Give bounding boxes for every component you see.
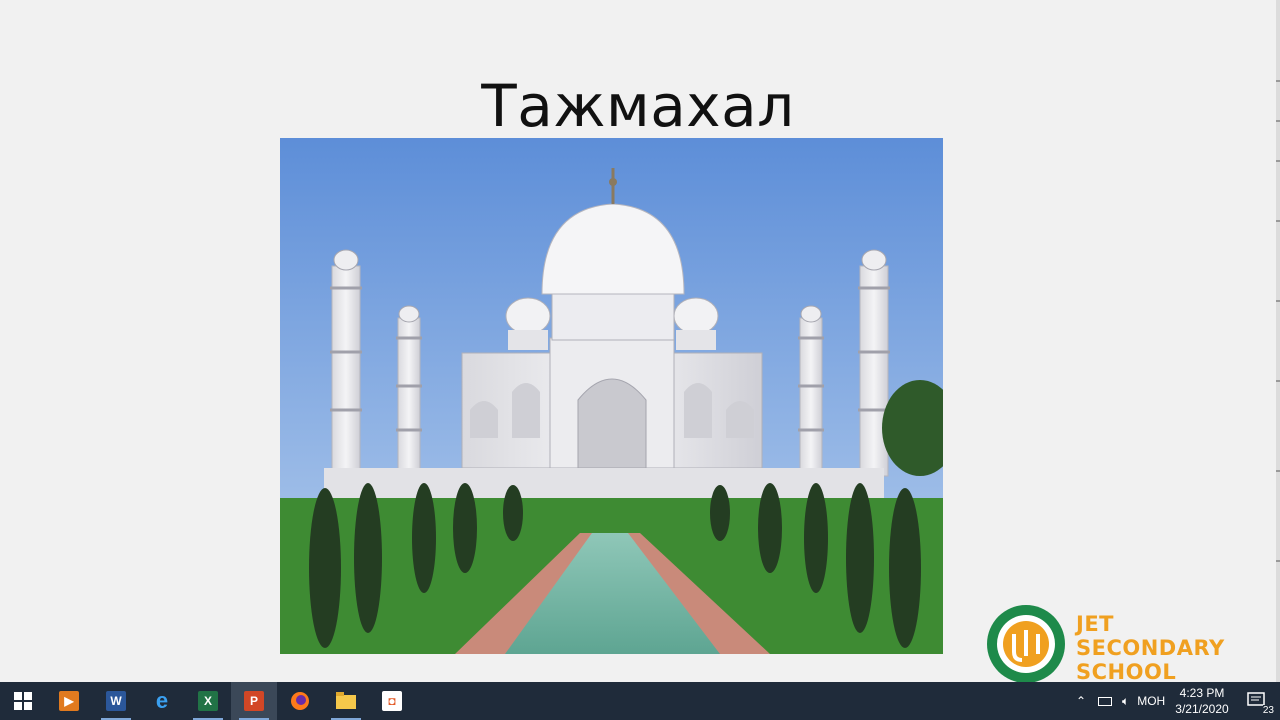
school-seal-icon [987, 605, 1065, 683]
clock-time: 4:23 PM [1179, 686, 1225, 700]
logo-line-jet: JET [1076, 612, 1114, 636]
office-icon: ◘ [382, 691, 402, 711]
taj-mahal-photo [280, 138, 943, 654]
logo-line-school: SCHOOL [1076, 660, 1177, 684]
notification-count-badge: 23 [1262, 705, 1274, 716]
word-icon: W [106, 691, 126, 711]
folder-icon [336, 692, 356, 709]
slide-title: Тажмахал [481, 72, 795, 140]
chevron-up-icon[interactable]: ⌃ [1072, 694, 1090, 708]
taskbar: ▶ W e X P ◘ ⌃ 🔈︎ MOH 4:23 PM 3/21/2020 2… [0, 682, 1280, 720]
office-button[interactable]: ◘ [369, 682, 415, 720]
windows-start-button[interactable] [0, 682, 46, 720]
file-explorer-button[interactable] [323, 682, 369, 720]
powerpoint-icon: P [244, 691, 264, 711]
language-indicator[interactable]: MOH [1137, 694, 1165, 708]
firefox-icon [291, 692, 309, 710]
battery-icon[interactable] [1098, 696, 1112, 706]
volume-icon[interactable]: 🔈︎ [1122, 694, 1129, 709]
word-button[interactable]: W [93, 682, 139, 720]
excel-button[interactable]: X [185, 682, 231, 720]
jet-secondary-school-logo: JET SECONDARY SCHOOL [986, 604, 1246, 684]
notification-center-button[interactable]: 23 [1234, 682, 1280, 720]
clock-date: 3/21/2020 [1175, 702, 1229, 716]
logo-line-secondary: SECONDARY [1076, 636, 1225, 660]
firefox-button[interactable] [277, 682, 323, 720]
media-player-icon: ▶ [59, 691, 79, 711]
slide-canvas: Тажмахал JET SECONDARY SCHOOL [0, 0, 1276, 684]
slide-scrollbar[interactable] [1276, 0, 1280, 682]
edge-button[interactable]: e [139, 682, 185, 720]
media-player-button[interactable]: ▶ [46, 682, 92, 720]
windows-logo-icon [14, 692, 32, 710]
excel-icon: X [198, 691, 218, 711]
edge-icon: e [155, 688, 169, 713]
system-clock[interactable]: 4:23 PM 3/21/2020 [1168, 685, 1236, 717]
powerpoint-button[interactable]: P [231, 682, 277, 720]
